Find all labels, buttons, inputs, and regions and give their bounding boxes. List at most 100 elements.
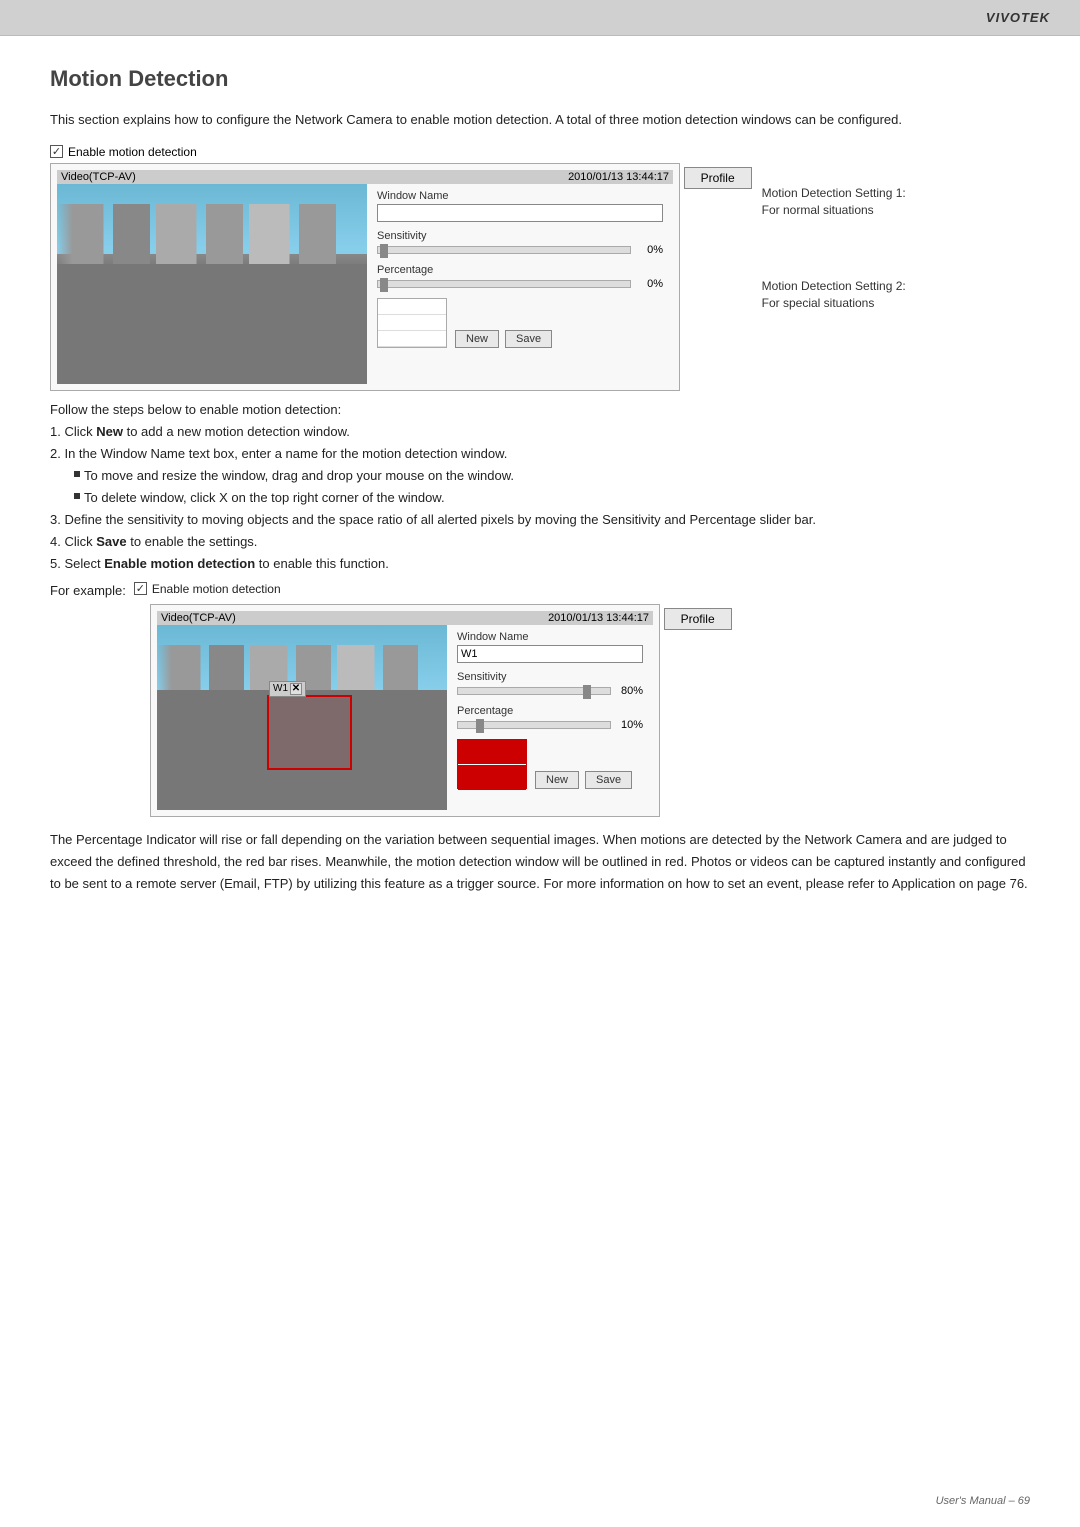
example-sensitivity-track[interactable]	[457, 687, 611, 695]
example-video-label-left: Video(TCP-AV)	[161, 612, 236, 624]
for-example-text: For example:	[50, 583, 126, 598]
profile-button-1[interactable]: Profile	[684, 167, 752, 189]
step-5: 5. Select Enable motion detection to ena…	[50, 553, 1030, 575]
side-note-1-title: Motion Detection Setting 1:	[762, 186, 906, 200]
example-window-name-group: Window Name	[457, 631, 643, 663]
example-panel-area: Video(TCP-AV) 2010/01/13 13:44:17	[150, 604, 1030, 817]
window-name-input[interactable]	[377, 204, 663, 222]
bullet-2-text: To delete window, click X on the top rig…	[84, 487, 445, 509]
example-list-btn-row: New Save	[457, 739, 643, 789]
step-1: 1. Click New to add a new motion detecti…	[50, 421, 1030, 443]
content-area: Motion Detection This section explains h…	[0, 36, 1080, 925]
top-bar: VIVOTEK	[0, 0, 1080, 36]
brand-logo: VIVOTEK	[986, 10, 1050, 25]
new-button[interactable]: New	[455, 330, 499, 348]
example-action-buttons: New Save	[535, 771, 632, 789]
window-name-label: Window Name	[377, 190, 663, 202]
example-enable-label: Enable motion detection	[152, 582, 281, 596]
enable-checkbox[interactable]: ✓	[50, 145, 63, 158]
example-percentage-track[interactable]	[457, 721, 611, 729]
example-list-row-1	[458, 740, 526, 765]
example-list-row-2	[458, 765, 526, 790]
list-row-3	[378, 331, 446, 347]
step-4: 4. Click Save to enable the settings.	[50, 531, 1030, 553]
page: VIVOTEK Motion Detection This section ex…	[0, 0, 1080, 1527]
bullet-2: To delete window, click X on the top rig…	[50, 487, 1030, 509]
page-footer: User's Manual – 69	[936, 1495, 1030, 1507]
percentage-label: Percentage	[377, 264, 663, 276]
side-note-2-title: Motion Detection Setting 2:	[762, 279, 906, 293]
sensitivity-slider-row: 0%	[377, 244, 663, 256]
side-notes: Motion Detection Setting 1: For normal s…	[762, 145, 906, 372]
example-window-name-label: Window Name	[457, 631, 643, 643]
example-profile-list[interactable]	[457, 739, 527, 789]
video-label-right: 2010/01/13 13:44:17	[568, 171, 669, 183]
bullet-1-text: To move and resize the window, drag and …	[84, 465, 514, 487]
bottom-text: The Percentage Indicator will rise or fa…	[50, 829, 1030, 895]
steps-section: Follow the steps below to enable motion …	[50, 399, 1030, 576]
example-enable-row: ✓ Enable motion detection	[134, 582, 281, 596]
controls-area: Window Name Sensitivity 0%	[367, 184, 673, 384]
example-percentage-pct: 10%	[615, 719, 643, 731]
video-header: Video(TCP-AV) 2010/01/13 13:44:17	[57, 170, 673, 184]
detection-panel: Video(TCP-AV) 2010/01/13 13:44:17	[50, 163, 680, 391]
profile-button-2[interactable]: Profile	[664, 608, 732, 630]
side-note-2-desc: For special situations	[762, 296, 875, 310]
example-detection-panel: Video(TCP-AV) 2010/01/13 13:44:17	[150, 604, 660, 817]
sensitivity-pct: 0%	[635, 244, 663, 256]
side-note-2: Motion Detection Setting 2: For special …	[762, 278, 906, 312]
w1-label: W1 ✕	[269, 681, 306, 697]
side-note-1: Motion Detection Setting 1: For normal s…	[762, 185, 906, 219]
example-percentage-slider-row: 10%	[457, 719, 643, 731]
percentage-slider-row: 0%	[377, 278, 663, 290]
panel-inner: Window Name Sensitivity 0%	[57, 184, 673, 384]
bullet-1: To move and resize the window, drag and …	[50, 465, 1030, 487]
example-video-label-right: 2010/01/13 13:44:17	[548, 612, 649, 624]
side-note-1-desc: For normal situations	[762, 203, 874, 217]
example-controls-area: Window Name Sensitivity 80%	[447, 625, 653, 810]
sensitivity-track[interactable]	[377, 246, 631, 254]
page-title: Motion Detection	[50, 66, 1030, 92]
example-label-row: For example: ✓ Enable motion detection	[50, 582, 1030, 600]
first-detection-panel: ✓ Enable motion detection Video(TCP-AV) …	[50, 145, 752, 391]
w1-text: W1	[273, 683, 288, 694]
window-name-group: Window Name	[377, 190, 663, 222]
example-panel-inner: W1 ✕ Window Name	[157, 625, 653, 810]
action-buttons: New Save	[455, 330, 552, 348]
percentage-track[interactable]	[377, 280, 631, 288]
example-video-header: Video(TCP-AV) 2010/01/13 13:44:17	[157, 611, 653, 625]
bullet-sq-1	[74, 471, 80, 477]
enable-row: ✓ Enable motion detection	[50, 145, 752, 159]
list-btn-row: New Save	[377, 298, 663, 348]
example-percentage-label: Percentage	[457, 705, 643, 717]
enable-label: Enable motion detection	[68, 145, 197, 159]
example-window-name-input[interactable]	[457, 645, 643, 663]
example-sensitivity-group: Sensitivity 80%	[457, 671, 643, 697]
example-percentage-thumb[interactable]	[476, 719, 484, 733]
example-sensitivity-label: Sensitivity	[457, 671, 643, 683]
first-panel-wrapper: ✓ Enable motion detection Video(TCP-AV) …	[50, 145, 1030, 391]
example-sensitivity-slider-row: 80%	[457, 685, 643, 697]
save-button[interactable]: Save	[505, 330, 552, 348]
video-label-left: Video(TCP-AV)	[61, 171, 136, 183]
list-row-1	[378, 299, 446, 315]
percentage-group: Percentage 0%	[377, 264, 663, 290]
video-image	[57, 184, 367, 384]
sensitivity-group: Sensitivity 0%	[377, 230, 663, 256]
percentage-pct: 0%	[635, 278, 663, 290]
profile-list[interactable]	[377, 298, 447, 348]
list-row-2	[378, 315, 446, 331]
w1-close-btn[interactable]: ✕	[290, 683, 302, 695]
intro-text: This section explains how to configure t…	[50, 110, 1030, 131]
example-video-image: W1 ✕	[157, 625, 447, 810]
example-enable-checkbox[interactable]: ✓	[134, 582, 147, 595]
w1-selection-box[interactable]: W1 ✕	[267, 695, 352, 770]
example-save-button[interactable]: Save	[585, 771, 632, 789]
example-new-button[interactable]: New	[535, 771, 579, 789]
example-sensitivity-pct: 80%	[615, 685, 643, 697]
sensitivity-thumb[interactable]	[380, 244, 388, 258]
example-sensitivity-thumb[interactable]	[583, 685, 591, 699]
percentage-thumb[interactable]	[380, 278, 388, 292]
steps-intro: Follow the steps below to enable motion …	[50, 399, 1030, 421]
step-3: 3. Define the sensitivity to moving obje…	[50, 509, 1030, 531]
